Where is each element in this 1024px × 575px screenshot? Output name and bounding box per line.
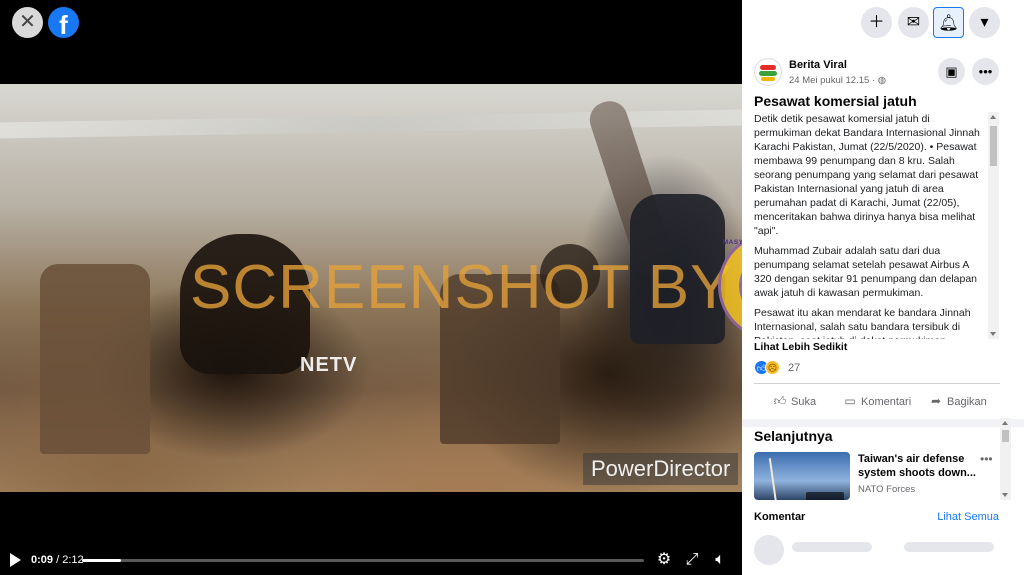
editor-watermark: PowerDirector bbox=[583, 453, 739, 485]
notifications-button[interactable]: 🔔︎ bbox=[933, 7, 964, 38]
time-total: 2:12 bbox=[62, 554, 84, 566]
thumbs-up-icon: 👍︎ bbox=[773, 394, 787, 408]
post-timestamp[interactable]: 24 Mei pukul 12.15 · ◍ bbox=[789, 75, 886, 86]
close-icon: ✕ bbox=[19, 11, 36, 33]
comments-heading: Komentar bbox=[754, 511, 806, 523]
progress-fill bbox=[82, 559, 122, 562]
post-header: Berita Viral 24 Mei pukul 12.15 · ◍ ▣ ••… bbox=[752, 56, 1014, 90]
close-button[interactable]: ✕ bbox=[12, 7, 43, 38]
bell-icon: 🔔︎ bbox=[938, 15, 959, 32]
gear-icon[interactable]: ⚙ bbox=[655, 551, 673, 569]
logo-stripe bbox=[761, 77, 775, 81]
video-frame[interactable]: NETV SCREENSHOT BY PowerDirector bbox=[0, 84, 742, 492]
app-root: NETV SCREENSHOT BY PowerDirector ✕ f 0:0… bbox=[0, 0, 1024, 575]
scroll-thumb[interactable] bbox=[1002, 430, 1009, 442]
post-body: Detik detik pesawat komersial jatuh di p… bbox=[754, 112, 986, 339]
missile-trail bbox=[768, 458, 778, 500]
post-title: Pesawat komersial jatuh bbox=[754, 93, 917, 109]
share-icon: ➦ bbox=[930, 394, 942, 408]
fullscreen-icon[interactable]: ⤢ bbox=[683, 551, 701, 569]
avatar bbox=[754, 535, 784, 565]
comment-label: Komentari bbox=[861, 396, 912, 408]
duration-badge bbox=[806, 492, 844, 500]
reaction-count: 27 bbox=[788, 362, 801, 374]
placeholder-line bbox=[792, 542, 872, 552]
scroll-up-icon[interactable] bbox=[990, 115, 996, 119]
comment-button[interactable]: ▭ Komentari bbox=[842, 388, 911, 414]
play-icon[interactable] bbox=[10, 553, 21, 567]
scroll-down-icon[interactable] bbox=[990, 332, 996, 336]
next-scrollbar[interactable] bbox=[1000, 418, 1011, 500]
comment-loading-placeholder bbox=[754, 535, 1000, 569]
video-time: 0:09 / 2:12 bbox=[31, 554, 84, 566]
see-all-comments-link[interactable]: Lihat Semua bbox=[937, 511, 999, 523]
sad-reaction-icon: ☹ bbox=[765, 360, 780, 375]
see-less-link[interactable]: Lihat Lebih Sedikit bbox=[754, 341, 847, 353]
more-options-button[interactable]: ••• bbox=[972, 58, 999, 85]
share-label: Bagikan bbox=[947, 396, 987, 408]
more-icon: ••• bbox=[978, 64, 993, 79]
volume-icon[interactable]: 🔈︎ bbox=[711, 551, 729, 569]
avatar[interactable] bbox=[754, 58, 782, 86]
post-actions: 👍︎ Suka ▭ Komentari ➦ Bagikan bbox=[754, 388, 1000, 414]
post-panel: ＋ ✉ 🔔︎ ▾ Berita Viral 24 Mei pukul 12.15… bbox=[742, 0, 1024, 575]
logo-stripe bbox=[759, 71, 777, 76]
post-scrollbar[interactable] bbox=[988, 112, 999, 339]
more-icon[interactable]: ••• bbox=[980, 452, 993, 466]
post-paragraph: Pesawat itu akan mendarat ke bandara Jin… bbox=[754, 307, 971, 339]
page-name[interactable]: Berita Viral bbox=[789, 59, 847, 71]
video-player[interactable]: NETV SCREENSHOT BY PowerDirector ✕ f 0:0… bbox=[0, 0, 742, 575]
messenger-button[interactable]: ✉ bbox=[898, 7, 929, 38]
broadcaster-logo: NETV bbox=[300, 354, 358, 376]
share-button[interactable]: ➦ Bagikan bbox=[928, 388, 987, 414]
cabin-seat bbox=[40, 264, 150, 454]
caret-down-icon: ▾ bbox=[980, 14, 989, 31]
post-paragraph: Detik detik pesawat komersial jatuh di p… bbox=[754, 113, 980, 237]
logo-stripe bbox=[760, 65, 776, 70]
create-button[interactable]: ＋ bbox=[861, 7, 892, 38]
scroll-thumb[interactable] bbox=[990, 126, 997, 166]
time-current: 0:09 bbox=[31, 554, 54, 566]
save-post-button[interactable]: ▣ bbox=[938, 58, 965, 85]
video-thumbnail[interactable] bbox=[754, 452, 850, 500]
next-video-title[interactable]: Taiwan's air defense system shoots down.… bbox=[858, 452, 976, 480]
globe-icon: ◍ bbox=[877, 75, 887, 86]
divider bbox=[754, 383, 1000, 384]
like-label: Suka bbox=[791, 396, 817, 408]
next-video-card[interactable]: Taiwan's air defense system shoots down.… bbox=[754, 452, 1000, 500]
like-button[interactable]: 👍︎ Suka bbox=[772, 388, 816, 414]
next-heading: Selanjutnya bbox=[754, 428, 833, 444]
plus-icon: ＋ bbox=[868, 14, 885, 31]
top-nav: ＋ ✉ 🔔︎ ▾ bbox=[742, 0, 1024, 46]
comment-icon: ▭ bbox=[844, 394, 856, 408]
placeholder-line bbox=[904, 542, 994, 552]
section-gap bbox=[742, 419, 1024, 427]
next-video-source[interactable]: NATO Forces bbox=[858, 484, 915, 495]
account-button[interactable]: ▾ bbox=[969, 7, 1000, 38]
video-controls: 0:09 / 2:12 ⚙ ⤢ 🔈︎ bbox=[0, 545, 742, 575]
scroll-down-icon[interactable] bbox=[1002, 493, 1008, 497]
scroll-up-icon[interactable] bbox=[1002, 421, 1008, 425]
post-paragraph: Muhammad Zubair adalah satu dari dua pen… bbox=[754, 245, 978, 299]
timestamp-text: 24 Mei pukul 12.15 · bbox=[789, 75, 878, 86]
screenshot-watermark: SCREENSHOT BY bbox=[190, 253, 733, 322]
facebook-logo[interactable]: f bbox=[48, 7, 79, 38]
facebook-icon: f bbox=[59, 10, 68, 38]
messenger-icon: ✉ bbox=[906, 14, 921, 31]
progress-bar[interactable] bbox=[82, 559, 644, 562]
bookmark-icon: ▣ bbox=[945, 64, 958, 79]
